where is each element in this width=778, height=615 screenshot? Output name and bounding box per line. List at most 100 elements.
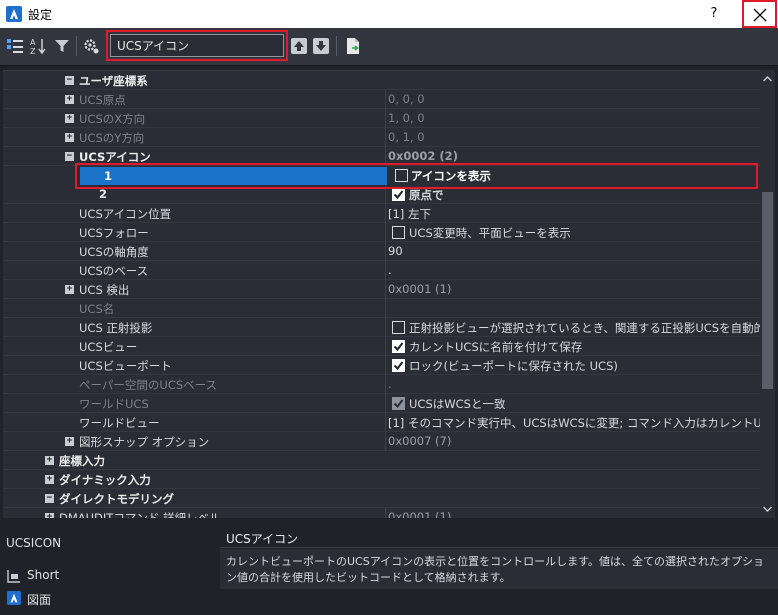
grid-row[interactable]: ワールドUCS UCSはWCSと一致 — [3, 394, 760, 413]
grid-row[interactable]: + 座標入力 — [3, 451, 760, 470]
categorized-icon — [7, 39, 23, 53]
collapse-icon[interactable]: − — [45, 494, 54, 503]
scroll-up-button[interactable] — [760, 72, 775, 86]
vertical-scrollbar[interactable] — [760, 70, 775, 518]
row-value: 0x0002 (2) — [388, 149, 458, 163]
expand-icon[interactable]: + — [45, 475, 54, 484]
sort-az-icon: A Z — [30, 38, 46, 56]
alphabetical-view-button[interactable]: A Z — [28, 36, 48, 56]
expand-icon[interactable]: + — [65, 437, 74, 446]
expand-icon[interactable]: + — [65, 95, 74, 104]
row-value: 1, 0, 0 — [388, 111, 425, 125]
options-button[interactable] — [81, 36, 101, 56]
grid-row[interactable]: + ダイナミック入力 — [3, 470, 760, 489]
grid-row[interactable]: UCS名 — [3, 299, 760, 318]
row-value: カレントUCSに名前を付けて保存 — [409, 340, 583, 354]
row-name: 2 — [99, 187, 108, 201]
svg-text:A: A — [30, 38, 36, 47]
description-footer — [220, 589, 778, 615]
filter-icon — [55, 40, 69, 52]
scroll-down-button[interactable] — [760, 502, 775, 516]
search-input[interactable] — [110, 34, 284, 57]
row-value: 0x0001 (1) — [388, 282, 452, 296]
categorized-view-button[interactable] — [5, 36, 25, 56]
grid-row[interactable]: + UCSのX方向 1, 0, 0 — [3, 109, 760, 128]
chevron-up-icon — [763, 76, 772, 82]
ucs-viewport-checkbox[interactable] — [392, 359, 405, 372]
help-button[interactable]: ? — [700, 4, 728, 24]
scroll-thumb[interactable] — [762, 192, 773, 389]
row-name: ダイナミック入力 — [59, 473, 151, 487]
column-divider — [385, 223, 386, 242]
command-info-panel: UCSICON Short 図面 — [0, 522, 220, 615]
drawing-link[interactable]: 図面 — [6, 590, 126, 608]
ucs-view-checkbox[interactable] — [392, 340, 405, 353]
collapse-icon[interactable]: − — [65, 76, 74, 85]
settings-dialog: 設定 ? A Z UCSアイコン − ユーザ座標系 + UCS原点 0, 0, … — [0, 0, 778, 615]
row-name: UCSアイコン位置 — [79, 207, 172, 221]
previous-result-button[interactable] — [291, 38, 307, 54]
ortho-ucs-checkbox[interactable] — [392, 321, 405, 334]
grid-row[interactable]: UCSアイコン位置 [1] 左下 — [3, 204, 760, 223]
row-value: 0x0001 (1) — [388, 510, 452, 518]
close-button[interactable] — [742, 0, 777, 28]
expand-icon[interactable]: + — [65, 285, 74, 294]
grid-row[interactable]: UCSビュー カレントUCSに名前を付けて保存 — [3, 337, 760, 356]
ucs-follow-checkbox[interactable] — [392, 226, 405, 239]
checkmark-icon — [393, 399, 404, 409]
next-result-button[interactable] — [313, 38, 329, 54]
grid-row[interactable]: + DMAUDITコマンド 詳細レベル 0x0001 (1) — [3, 508, 760, 518]
expand-icon[interactable]: + — [65, 133, 74, 142]
grid-row[interactable]: + UCS 検出 0x0001 (1) — [3, 280, 760, 299]
grid-row[interactable]: UCSフォロー UCS変更時、平面ビューを表示 — [3, 223, 760, 242]
short-link-label: Short — [27, 568, 60, 582]
column-divider — [385, 413, 386, 432]
toolbar-separator — [336, 36, 337, 56]
expand-icon[interactable]: + — [45, 456, 54, 465]
row-name: UCSビュー — [79, 340, 138, 354]
grid-row[interactable]: − ダイレクトモデリング — [3, 489, 760, 508]
selected-row-name: 1 — [80, 167, 387, 185]
export-button[interactable] — [343, 36, 363, 56]
row-name: UCSフォロー — [79, 226, 149, 240]
grid-row[interactable]: − ユーザ座標系 — [3, 71, 760, 90]
drawing-app-icon — [7, 591, 21, 605]
grid-row[interactable]: ペーパー空間のUCSベース . — [3, 375, 760, 394]
window-title: 設定 — [28, 8, 53, 22]
show-icon-checkbox[interactable] — [395, 169, 408, 182]
origin-checkbox[interactable] — [392, 188, 405, 201]
grid-row[interactable]: + UCSのY方向 0, 1, 0 — [3, 128, 760, 147]
filter-button[interactable] — [52, 36, 72, 56]
grid-row[interactable]: UCSの軸角度 90 — [3, 242, 760, 261]
title-bar: 設定 ? — [0, 0, 778, 28]
row-value: . — [388, 263, 392, 277]
column-divider — [385, 508, 386, 518]
close-icon — [753, 8, 767, 22]
grid-row[interactable]: + UCS原点 0, 0, 0 — [3, 90, 760, 109]
column-divider — [385, 356, 386, 375]
svg-text:Z: Z — [30, 47, 36, 56]
grid-row[interactable]: + 図形スナップ オプション 0x0007 (7) — [3, 432, 760, 451]
description-header: UCSアイコン — [220, 522, 778, 548]
collapse-icon[interactable]: − — [65, 152, 74, 161]
column-divider — [385, 318, 386, 337]
row-value: UCSはWCSと一致 — [409, 397, 506, 411]
row-value: ロック(ビューポートに保存された UCS) — [409, 359, 618, 373]
grid-row[interactable]: UCS 正射投影 正射投影ビューが選択されているとき、関連する正投影UCSを自動… — [3, 318, 760, 337]
grid-row[interactable]: ワールドビュー [1] そのコマンド実行中、UCSはWCSに変更; コマンド入力… — [3, 413, 760, 432]
column-divider — [385, 90, 386, 109]
expand-icon[interactable]: + — [45, 513, 54, 518]
row-name: UCSビューポート — [79, 359, 172, 373]
grid-row[interactable]: UCSビューポート ロック(ビューポートに保存された UCS) — [3, 356, 760, 375]
grid-row[interactable]: UCSのベース . — [3, 261, 760, 280]
world-ucs-checkbox — [392, 397, 405, 410]
row-value: アイコンを表示 — [411, 169, 491, 183]
row-name: UCS 正射投影 — [79, 321, 153, 335]
short-link[interactable]: Short — [6, 567, 126, 585]
expand-icon[interactable]: + — [65, 114, 74, 123]
row-value: 0x0007 (7) — [388, 434, 452, 448]
checkmark-icon — [393, 361, 404, 371]
selected-row-highlight[interactable]: 1 アイコンを表示 — [75, 163, 758, 189]
column-divider — [385, 394, 386, 413]
toolbar: A Z — [0, 28, 778, 66]
